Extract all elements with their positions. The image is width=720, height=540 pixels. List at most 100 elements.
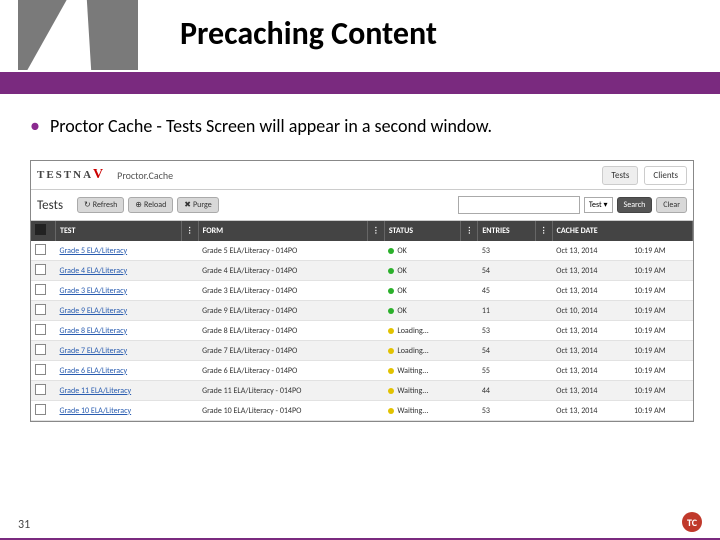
app-header: TESTNAV Proctor.Cache Tests Clients bbox=[31, 161, 693, 190]
date-cell: Oct 13, 2014 bbox=[552, 281, 630, 301]
test-link[interactable]: Grade 9 ELA/Literacy bbox=[60, 306, 128, 316]
test-link[interactable]: Grade 5 ELA/Literacy bbox=[60, 246, 128, 256]
table-row: Grade 7 ELA/LiteracyGrade 7 ELA/Literacy… bbox=[31, 341, 693, 361]
app-screenshot: TESTNAV Proctor.Cache Tests Clients Test… bbox=[30, 160, 694, 422]
date-cell: Oct 13, 2014 bbox=[552, 341, 630, 361]
date-cell: Oct 13, 2014 bbox=[552, 261, 630, 281]
form-cell: Grade 9 ELA/Literacy - 014PO bbox=[198, 301, 367, 321]
status-dot-icon bbox=[388, 408, 394, 414]
status-cell: OK bbox=[384, 301, 460, 321]
form-cell: Grade 4 ELA/Literacy - 014PO bbox=[198, 261, 367, 281]
status-dot-icon bbox=[388, 328, 394, 334]
col-status[interactable]: STATUS bbox=[384, 221, 460, 241]
clear-button[interactable]: Clear bbox=[656, 197, 687, 213]
filter-select[interactable]: Test ▾ bbox=[584, 197, 613, 213]
toolbar: Tests ↻ Refresh ⊕ Reload ✖ Purge Test ▾ … bbox=[31, 190, 693, 221]
row-checkbox[interactable] bbox=[35, 364, 46, 375]
table-row: Grade 10 ELA/Literacy Grade 10 ELA/Litera… bbox=[31, 401, 693, 421]
select-all-checkbox[interactable] bbox=[35, 224, 46, 235]
row-checkbox[interactable] bbox=[35, 384, 46, 395]
test-link[interactable]: Grade 11 ELA/Literacy bbox=[60, 386, 132, 396]
time-cell: 10:19 AM bbox=[630, 261, 693, 281]
row-checkbox[interactable] bbox=[35, 404, 46, 415]
search-button[interactable]: Search bbox=[617, 197, 653, 213]
time-cell: 10:19 AM bbox=[630, 321, 693, 341]
date-cell: Oct 10, 2014 bbox=[552, 301, 630, 321]
table-row: Grade 11 ELA/Literacy Grade 11 ELA/Litera… bbox=[31, 381, 693, 401]
date-cell: Oct 13, 2014 bbox=[552, 401, 630, 421]
test-link[interactable]: Grade 7 ELA/Literacy bbox=[60, 346, 128, 356]
page-number: 31 bbox=[18, 518, 30, 532]
table-row: Grade 3 ELA/Literacy Grade 3 ELA/Literacy… bbox=[31, 281, 693, 301]
time-cell: 10:19 AM bbox=[630, 361, 693, 381]
col-form[interactable]: FORM bbox=[198, 221, 367, 241]
col-entries[interactable]: ENTRIES bbox=[478, 221, 535, 241]
status-cell: Waiting... bbox=[384, 381, 460, 401]
row-checkbox[interactable] bbox=[35, 324, 46, 335]
tests-table: TEST ⋮ FORM ⋮ STATUS ⋮ ENTRIES ⋮ CACHE D… bbox=[31, 221, 693, 421]
status-dot-icon bbox=[388, 288, 394, 294]
status-cell: Loading... bbox=[384, 321, 460, 341]
col-cache-date[interactable]: CACHE DATE bbox=[552, 221, 692, 241]
entries-cell: 11 bbox=[478, 301, 535, 321]
test-link[interactable]: Grade 4 ELA/Literacy bbox=[60, 266, 128, 276]
refresh-button[interactable]: ↻ Refresh bbox=[77, 197, 124, 213]
search-input[interactable] bbox=[458, 196, 580, 214]
test-link[interactable]: Grade 3 ELA/Literacy bbox=[60, 286, 128, 296]
entries-cell: 53 bbox=[478, 241, 535, 261]
bullet-content: Proctor Cache - Tests Screen will appear… bbox=[50, 115, 492, 137]
date-cell: Oct 13, 2014 bbox=[552, 381, 630, 401]
tab-clients[interactable]: Clients bbox=[644, 166, 687, 185]
row-checkbox[interactable] bbox=[35, 344, 46, 355]
table-row: Grade 4 ELA/Literacy Grade 4 ELA/Literacy… bbox=[31, 261, 693, 281]
time-cell: 10:19 AM bbox=[630, 281, 693, 301]
date-cell: Oct 13, 2014 bbox=[552, 241, 630, 261]
status-cell: OK bbox=[384, 261, 460, 281]
date-cell: Oct 13, 2014 bbox=[552, 321, 630, 341]
table-row: Grade 6 ELA/LiteracyGrade 6 ELA/Literacy… bbox=[31, 361, 693, 381]
form-cell: Grade 11 ELA/Literacy - 014PO bbox=[198, 381, 367, 401]
entries-cell: 45 bbox=[478, 281, 535, 301]
entries-cell: 44 bbox=[478, 381, 535, 401]
status-cell: Waiting... bbox=[384, 401, 460, 421]
entries-cell: 55 bbox=[478, 361, 535, 381]
row-checkbox[interactable] bbox=[35, 264, 46, 275]
row-checkbox[interactable] bbox=[35, 304, 46, 315]
test-link[interactable]: Grade 10 ELA/Literacy bbox=[60, 406, 132, 416]
status-cell: Waiting... bbox=[384, 361, 460, 381]
row-checkbox[interactable] bbox=[35, 244, 46, 255]
table-row: Grade 8 ELA/Literacy Grade 8 ELA/Literacy… bbox=[31, 321, 693, 341]
tc-badge: TC bbox=[682, 512, 702, 532]
table-row: Grade 5 ELA/Literacy Grade 5 ELA/Literacy… bbox=[31, 241, 693, 261]
org-logo bbox=[18, 0, 138, 70]
divider-bar bbox=[0, 72, 720, 94]
status-dot-icon bbox=[388, 268, 394, 274]
form-cell: Grade 8 ELA/Literacy - 014PO bbox=[198, 321, 367, 341]
form-cell: Grade 5 ELA/Literacy - 014PO bbox=[198, 241, 367, 261]
bullet-dot: • bbox=[30, 114, 40, 138]
brand-logo: TESTNAV bbox=[37, 167, 105, 183]
status-dot-icon bbox=[388, 348, 394, 354]
purge-button[interactable]: ✖ Purge bbox=[177, 197, 218, 213]
test-link[interactable]: Grade 6 ELA/Literacy bbox=[60, 366, 128, 376]
table-row: Grade 9 ELA/Literacy Grade 9 ELA/Literacy… bbox=[31, 301, 693, 321]
row-checkbox[interactable] bbox=[35, 284, 46, 295]
entries-cell: 53 bbox=[478, 321, 535, 341]
tab-tests[interactable]: Tests bbox=[602, 166, 638, 185]
time-cell: 10:19 AM bbox=[630, 381, 693, 401]
reload-button[interactable]: ⊕ Reload bbox=[128, 197, 173, 213]
form-cell: Grade 3 ELA/Literacy - 014PO bbox=[198, 281, 367, 301]
section-tests-label: Tests bbox=[37, 198, 63, 213]
status-cell: OK bbox=[384, 281, 460, 301]
time-cell: 10:19 AM bbox=[630, 241, 693, 261]
date-cell: Oct 13, 2014 bbox=[552, 361, 630, 381]
entries-cell: 54 bbox=[478, 261, 535, 281]
bullet-text: • Proctor Cache - Tests Screen will appea… bbox=[30, 114, 690, 138]
status-dot-icon bbox=[388, 308, 394, 314]
form-cell: Grade 10 ELA/Literacy - 014PO bbox=[198, 401, 367, 421]
proctor-cache-label: Proctor.Cache bbox=[117, 169, 173, 182]
status-dot-icon bbox=[388, 248, 394, 254]
test-link[interactable]: Grade 8 ELA/Literacy bbox=[60, 326, 128, 336]
col-test[interactable]: TEST bbox=[56, 221, 182, 241]
slide-title: Precaching Content bbox=[180, 14, 437, 53]
